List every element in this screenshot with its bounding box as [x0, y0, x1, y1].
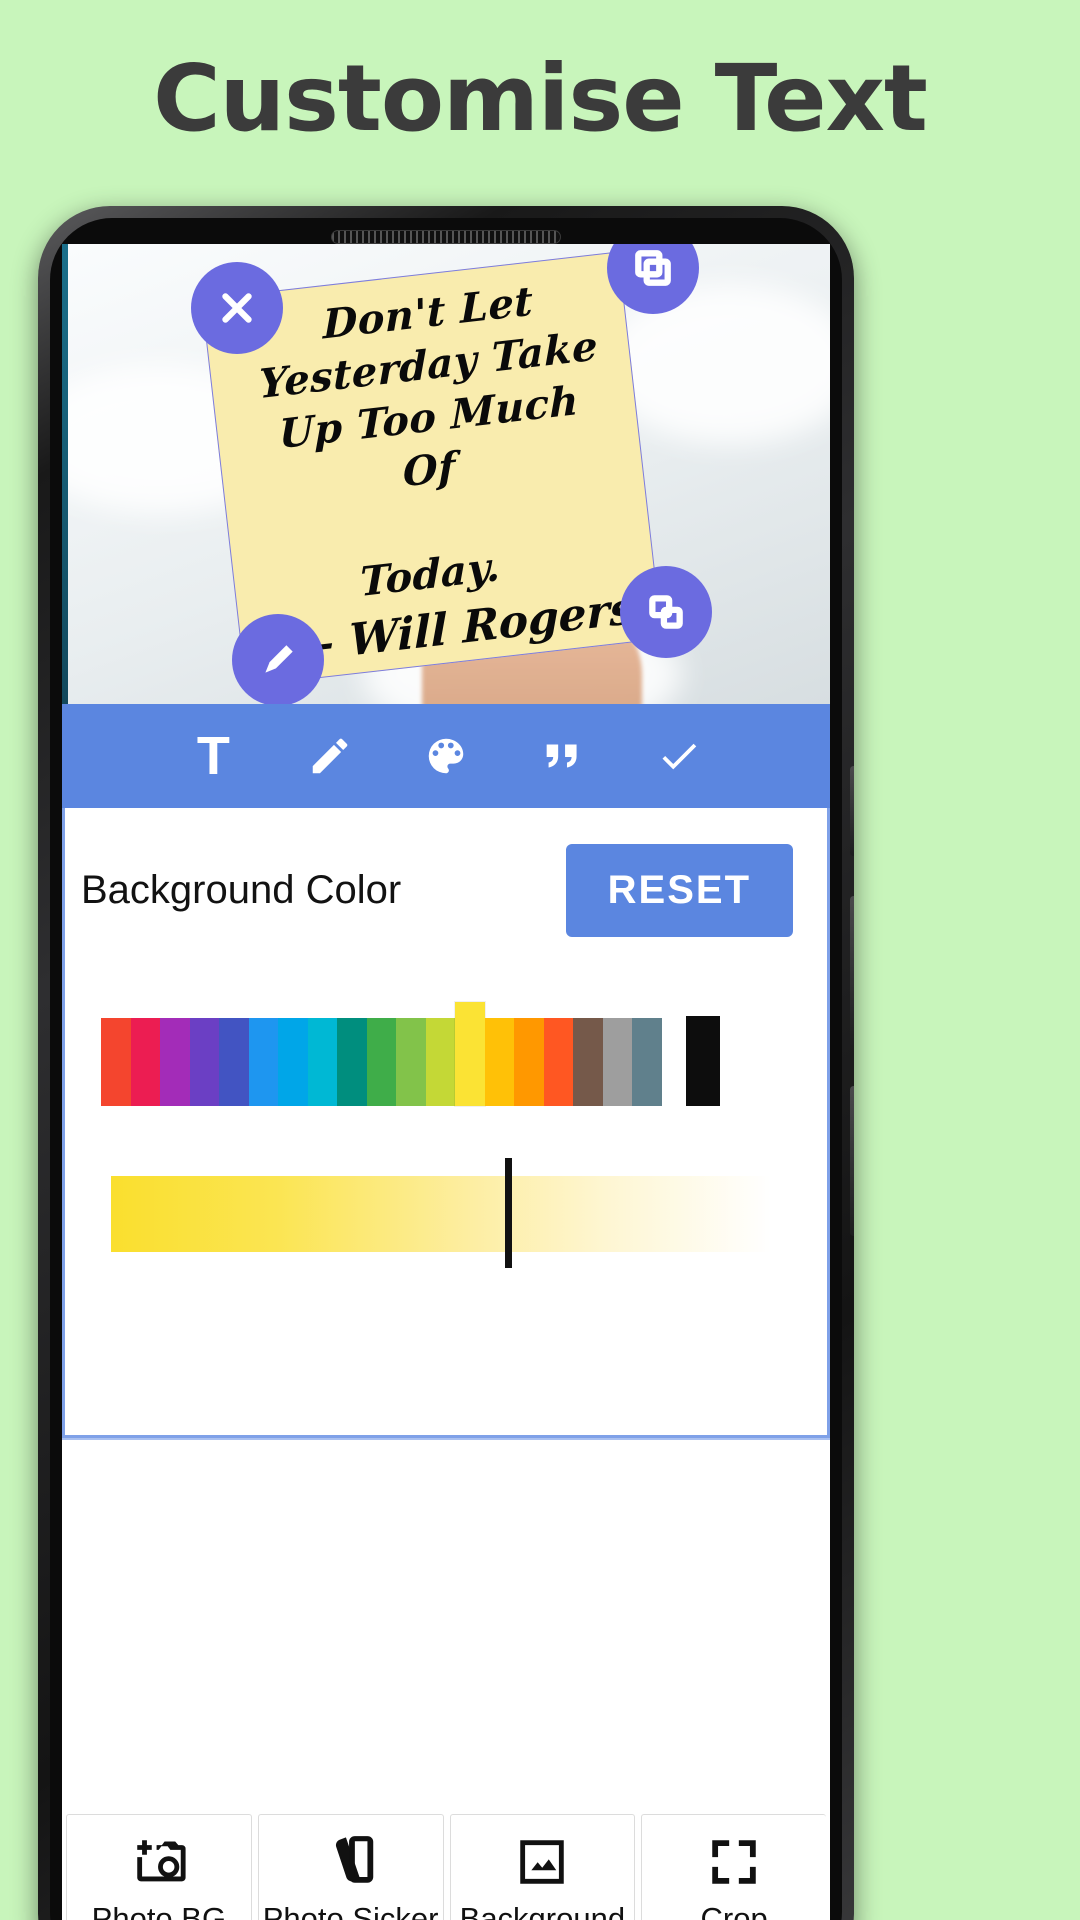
pencil-glyph	[312, 738, 347, 774]
resize-icon[interactable]	[620, 566, 712, 658]
page-title: Customise Text	[153, 45, 928, 152]
color-swatch[interactable]	[278, 1018, 308, 1106]
color-swatch[interactable]	[573, 1018, 603, 1106]
color-swatch-row[interactable]	[101, 1002, 720, 1106]
color-swatch[interactable]	[130, 1018, 160, 1106]
text-icon[interactable]: T	[178, 721, 248, 791]
sticker-icon	[335, 1835, 373, 1883]
shade-slider-handle[interactable]	[505, 1158, 512, 1268]
panel-title: Background Color	[81, 868, 402, 912]
reset-button[interactable]: RESET	[565, 844, 793, 937]
quote-glyph	[546, 744, 577, 768]
check-glyph	[662, 743, 696, 770]
panel-body: Background Color RESET	[62, 808, 830, 1438]
color-swatch[interactable]	[307, 1018, 337, 1106]
close-icon[interactable]	[191, 262, 283, 354]
nav-label: Crop	[700, 1900, 768, 1920]
color-swatch[interactable]	[425, 1018, 455, 1106]
nav-item-photo-sticker[interactable]: Photo Sicker	[257, 1814, 444, 1920]
phone-mockup: Don't Let Yesterday Take Up Too Much Of …	[38, 206, 854, 1920]
copy-glyph	[635, 250, 671, 286]
nav-item-photo-bg[interactable]: Photo BG	[66, 1814, 252, 1920]
sticker-quote-text: Don't Let Yesterday Take Up Too Much Of …	[258, 277, 599, 606]
phone-side-button-1	[850, 766, 854, 856]
color-swatch[interactable]	[632, 1018, 662, 1106]
shade-gradient-slider[interactable]	[111, 1176, 771, 1252]
background-color-panel: Background Color RESET	[62, 808, 830, 1440]
color-swatch[interactable]	[101, 1018, 131, 1106]
phone-speaker-grille	[331, 230, 561, 244]
color-swatch[interactable]	[219, 1018, 249, 1106]
bottom-navigation: Photo BG Photo Sicker Background Crop	[62, 1806, 830, 1920]
color-swatch[interactable]	[189, 1018, 219, 1106]
nav-label: Photo Sicker	[262, 1900, 439, 1920]
phone-side-button-3	[850, 1086, 854, 1236]
phone-screen: Don't Let Yesterday Take Up Too Much Of …	[62, 244, 830, 1920]
pencil-glyph	[265, 645, 293, 673]
palette-icon[interactable]	[411, 721, 481, 791]
image-icon	[520, 1839, 565, 1884]
palette-glyph	[428, 738, 464, 774]
quote-icon[interactable]	[527, 721, 597, 791]
color-swatch[interactable]	[543, 1018, 573, 1106]
color-swatch[interactable]	[484, 1018, 514, 1106]
color-swatch[interactable]	[396, 1018, 426, 1106]
color-swatch[interactable]	[366, 1018, 396, 1106]
close-glyph	[222, 293, 252, 323]
color-swatch-black[interactable]	[685, 1016, 720, 1106]
color-swatch[interactable]	[602, 1018, 632, 1106]
check-icon[interactable]	[644, 721, 714, 791]
color-swatch[interactable]	[337, 1018, 367, 1106]
text-tool-label: T	[196, 726, 230, 786]
panel-header: Background Color RESET	[65, 808, 827, 937]
nav-item-background[interactable]: Background	[449, 1814, 636, 1920]
crop-fullscreen-icon	[712, 1839, 756, 1884]
camera-add-icon	[137, 1839, 186, 1881]
text-tool-strip: T	[62, 704, 830, 808]
editor-canvas[interactable]: Don't Let Yesterday Take Up Too Much Of …	[62, 244, 830, 704]
color-swatch[interactable]	[160, 1018, 190, 1106]
pencil-icon[interactable]	[232, 614, 324, 704]
color-swatch-selected[interactable]	[455, 1002, 485, 1106]
pencil-icon[interactable]	[295, 721, 365, 791]
color-swatch[interactable]	[514, 1018, 544, 1106]
nav-item-crop[interactable]: Crop	[641, 1814, 826, 1920]
color-swatch[interactable]	[248, 1018, 278, 1106]
nav-label: Photo BG	[91, 1900, 227, 1920]
photo-edge-strip	[62, 244, 68, 704]
nav-label: Background	[459, 1900, 626, 1920]
phone-side-button-2	[850, 896, 854, 1046]
resize-glyph	[649, 595, 683, 629]
